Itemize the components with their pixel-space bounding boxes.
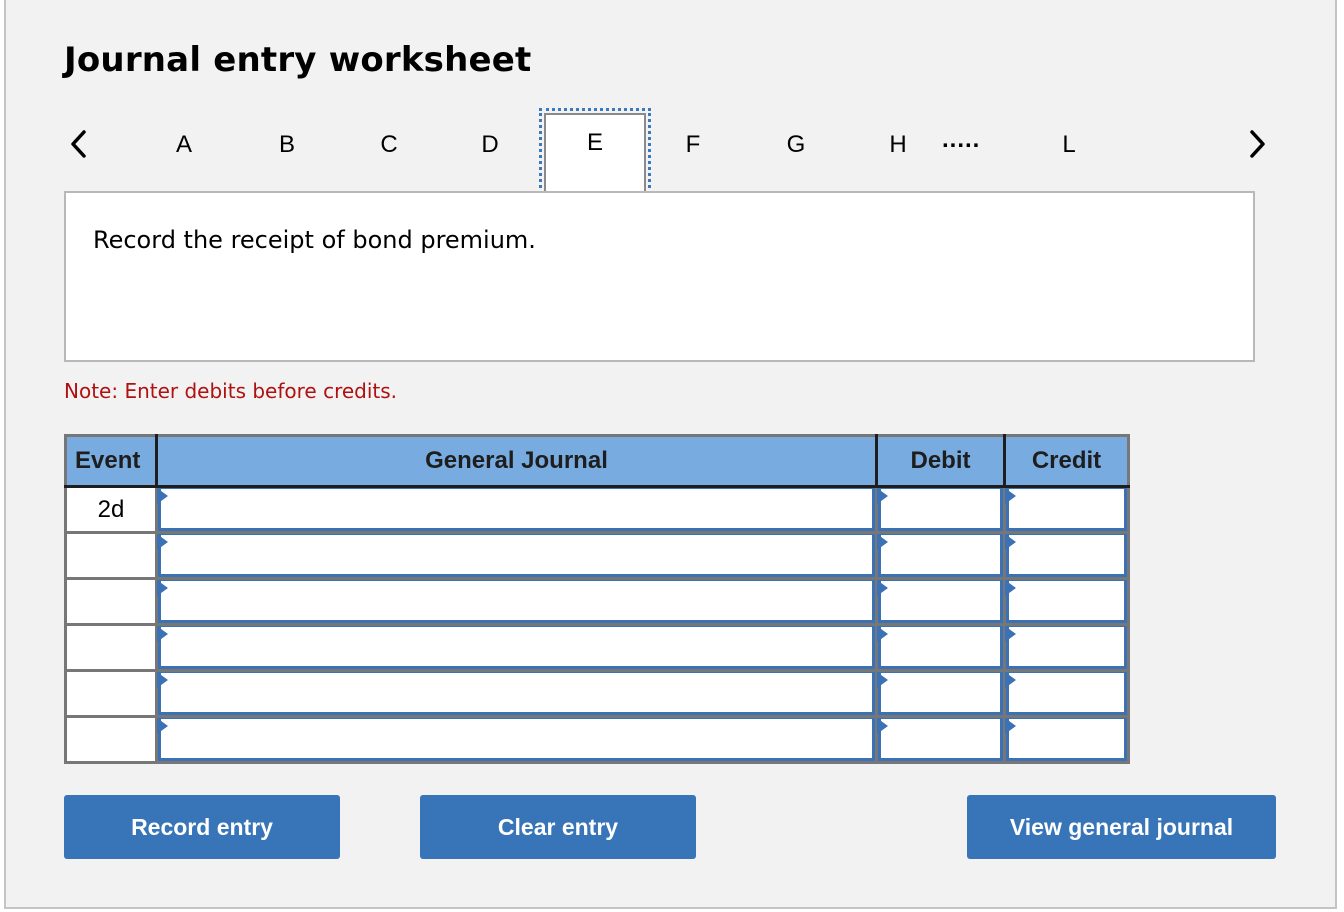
credit-cell	[1004, 578, 1129, 626]
cell-marker-icon	[1005, 488, 1016, 504]
prev-button[interactable]	[64, 124, 94, 164]
debit-input[interactable]	[878, 580, 1003, 623]
page-title: Journal entry worksheet	[64, 40, 532, 80]
account-input[interactable]	[158, 488, 875, 531]
debit-cell	[876, 624, 1006, 672]
table-row	[65, 578, 1129, 626]
credit-input[interactable]	[1006, 718, 1127, 761]
debit-cell	[876, 532, 1006, 580]
instruction-box: Record the receipt of bond premium.	[64, 191, 1255, 362]
instruction-text: Record the receipt of bond premium.	[93, 226, 536, 254]
cell-marker-icon	[877, 580, 888, 596]
account-input[interactable]	[158, 672, 875, 715]
header-debit: Debit	[876, 435, 1006, 488]
tab-d[interactable]: D	[470, 128, 510, 162]
credit-cell	[1004, 716, 1129, 763]
cell-marker-icon	[157, 488, 168, 504]
event-cell	[65, 670, 158, 718]
account-cell	[156, 486, 878, 534]
tab-f[interactable]: F	[673, 128, 713, 162]
event-cell	[65, 716, 158, 763]
credit-cell	[1004, 486, 1129, 534]
cell-marker-icon	[877, 672, 888, 688]
table-row	[65, 670, 1129, 718]
cell-marker-icon	[1005, 534, 1016, 550]
cell-marker-icon	[1005, 718, 1016, 734]
credit-input[interactable]	[1006, 626, 1127, 669]
note-text: Note: Enter debits before credits.	[64, 379, 398, 403]
account-cell	[156, 578, 878, 626]
account-input[interactable]	[158, 534, 875, 577]
chevron-right-icon	[1250, 130, 1265, 158]
cell-marker-icon	[877, 718, 888, 734]
clear-entry-button[interactable]: Clear entry	[420, 795, 696, 859]
journal-table: Event General Journal Debit Credit 2d	[64, 434, 1130, 764]
cell-marker-icon	[157, 672, 168, 688]
table-row	[65, 624, 1129, 672]
event-cell: 2d	[65, 486, 158, 534]
tab-h[interactable]: H	[878, 128, 918, 162]
credit-input[interactable]	[1006, 534, 1127, 577]
debit-input[interactable]	[878, 626, 1003, 669]
table-header-row: Event General Journal Debit Credit	[65, 435, 1129, 488]
view-general-journal-button[interactable]: View general journal	[967, 795, 1276, 859]
table-row	[65, 532, 1129, 580]
account-cell	[156, 624, 878, 672]
cell-marker-icon	[877, 534, 888, 550]
account-input[interactable]	[158, 626, 875, 669]
account-input[interactable]	[158, 580, 875, 623]
account-input[interactable]	[158, 718, 875, 761]
header-event: Event	[65, 435, 158, 488]
cell-marker-icon	[1005, 580, 1016, 596]
cell-marker-icon	[157, 580, 168, 596]
cell-marker-icon	[1005, 626, 1016, 642]
account-cell	[156, 716, 878, 763]
worksheet-panel: Journal entry worksheet A B C D E F G H …	[4, 0, 1337, 909]
tab-g[interactable]: G	[776, 128, 816, 162]
cell-marker-icon	[1005, 672, 1016, 688]
event-cell	[65, 624, 158, 672]
tab-e[interactable]: E	[539, 108, 651, 201]
tab-a[interactable]: A	[164, 128, 204, 162]
cell-marker-icon	[157, 534, 168, 550]
record-entry-button[interactable]: Record entry	[64, 795, 340, 859]
event-cell	[65, 532, 158, 580]
credit-cell	[1004, 670, 1129, 718]
debit-cell	[876, 486, 1006, 534]
table-row: 2d	[65, 486, 1129, 534]
credit-input[interactable]	[1006, 580, 1127, 623]
header-credit: Credit	[1004, 435, 1129, 488]
credit-cell	[1004, 624, 1129, 672]
cell-marker-icon	[157, 626, 168, 642]
account-cell	[156, 670, 878, 718]
tab-l[interactable]: L	[1049, 128, 1089, 162]
debit-cell	[876, 670, 1006, 718]
tabs-ellipsis: .....	[942, 126, 981, 153]
credit-cell	[1004, 532, 1129, 580]
debit-input[interactable]	[878, 488, 1003, 531]
debit-input[interactable]	[878, 718, 1003, 761]
credit-input[interactable]	[1006, 488, 1127, 531]
tab-b[interactable]: B	[267, 128, 307, 162]
credit-input[interactable]	[1006, 672, 1127, 715]
event-cell	[65, 578, 158, 626]
debit-cell	[876, 578, 1006, 626]
next-button[interactable]	[1242, 124, 1272, 164]
cell-marker-icon	[157, 718, 168, 734]
account-cell	[156, 532, 878, 580]
cell-marker-icon	[877, 488, 888, 504]
chevron-left-icon	[71, 130, 86, 158]
header-general-journal: General Journal	[156, 435, 878, 488]
active-tab-background	[544, 113, 646, 201]
tab-c[interactable]: C	[369, 128, 409, 162]
tab-e-label: E	[586, 129, 603, 156]
table-row	[65, 716, 1129, 763]
debit-input[interactable]	[878, 672, 1003, 715]
debit-input[interactable]	[878, 534, 1003, 577]
cell-marker-icon	[877, 626, 888, 642]
debit-cell	[876, 716, 1006, 763]
